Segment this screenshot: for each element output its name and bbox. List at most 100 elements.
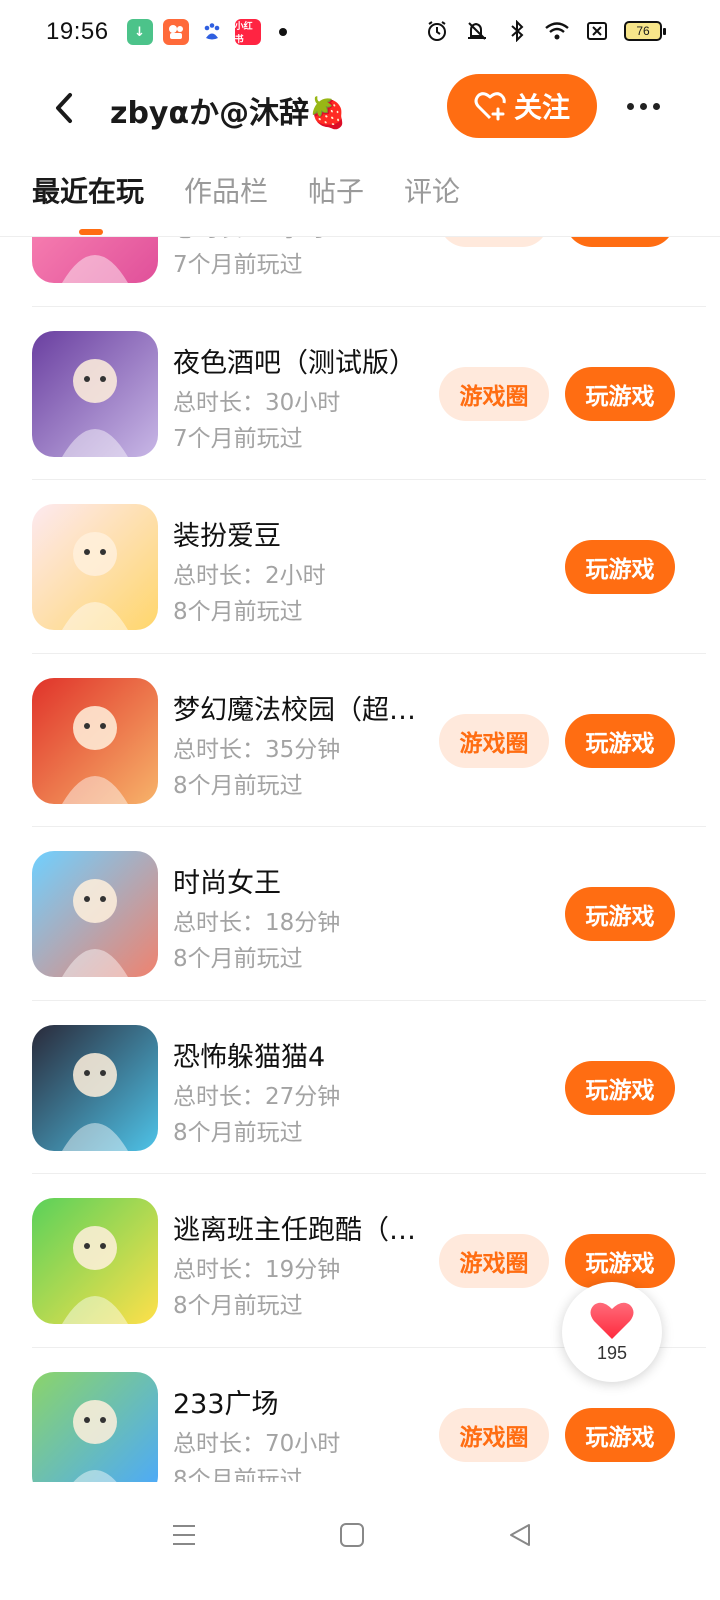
profile-username: zbyαか@沐辞🍓 (110, 96, 347, 131)
game-art-icon (62, 532, 128, 630)
heart-icon (590, 1302, 634, 1339)
game-title: 恐怖躲猫猫4 (173, 1041, 326, 1073)
game-circle-button[interactable]: 游戏圈 (439, 713, 549, 768)
more-dot-icon (626, 102, 634, 110)
game-art-icon (62, 255, 128, 283)
wifi-icon (544, 18, 570, 44)
game-row[interactable]: 总时长：5小时 7个月前玩过 游戏圈 玩游戏 (32, 237, 706, 307)
game-last-played: 8个月前玩过 (173, 1293, 303, 1319)
play-game-button[interactable]: 玩游戏 (565, 237, 675, 247)
game-title: 梦幻魔法校园（超… (173, 694, 416, 726)
back-triangle-icon (510, 1524, 530, 1546)
game-last-played: 7个月前玩过 (173, 252, 303, 278)
game-last-played: 8个月前玩过 (173, 1466, 303, 1483)
like-button[interactable]: 195 (562, 1282, 662, 1382)
game-art-icon (73, 1399, 117, 1482)
game-thumbnail[interactable] (32, 1024, 158, 1151)
back-button[interactable] (44, 88, 84, 128)
follow-button[interactable]: 关注 (447, 74, 597, 138)
game-total-playtime: 总时长：30小时 (173, 389, 341, 416)
game-last-played: 8个月前玩过 (173, 772, 303, 799)
game-title: 夜色酒吧（测试版） (173, 347, 416, 379)
game-total-playtime: 总时长：27分钟 (173, 1083, 341, 1110)
game-last-played: 8个月前玩过 (173, 1119, 303, 1146)
play-game-button[interactable]: 玩游戏 (565, 1234, 675, 1288)
game-total-playtime: 总时长：35分钟 (173, 736, 341, 763)
nav-back-button[interactable] (495, 1510, 545, 1560)
status-bar: 19:56 ↓ 小红书 76 (0, 0, 720, 64)
game-last-played: 8个月前玩过 (173, 599, 303, 625)
game-thumbnail[interactable] (32, 1198, 158, 1324)
game-thumbnail[interactable] (32, 330, 158, 457)
game-row[interactable]: 夜色酒吧（测试版） 总时长：30小时 7个月前玩过 游戏圈 玩游戏 (32, 307, 706, 480)
game-art-icon (62, 1052, 128, 1151)
game-title: 装扮爱豆 (173, 521, 281, 552)
active-tab-indicator (79, 229, 103, 235)
profile-tabs: 最近在玩 作品栏 帖子 评论 (0, 160, 720, 236)
game-art-icon (62, 879, 128, 977)
game-circle-button[interactable]: 游戏圈 (439, 1234, 549, 1288)
xiaohongshu-app-icon: 小红书 (234, 19, 261, 45)
notification-dot (278, 28, 287, 36)
heart-plus-icon (474, 92, 506, 121)
play-game-button[interactable]: 玩游戏 (565, 1060, 675, 1115)
game-circle-button[interactable]: 游戏圈 (439, 1407, 549, 1462)
mute-icon (464, 18, 490, 44)
game-row[interactable]: 装扮爱豆 总时长：2小时 8个月前玩过 玩游戏 (32, 480, 706, 654)
game-total-playtime: 总时长：19分钟 (173, 1257, 341, 1283)
battery-indicator: 76 (624, 21, 666, 41)
like-count: 195 (596, 1342, 628, 1363)
game-title: 时尚女王 (173, 868, 281, 899)
game-thumbnail[interactable] (32, 1371, 158, 1482)
follow-label: 关注 (513, 91, 570, 124)
status-app-icons: ↓ 小红书 (126, 19, 261, 45)
bluetooth-icon (504, 18, 530, 44)
game-total-playtime: 总时长：18分钟 (173, 910, 341, 936)
tab-works[interactable]: 作品栏 (184, 160, 268, 224)
profile-header: zbyαか@沐辞🍓 关注 (0, 70, 720, 146)
game-thumbnail[interactable] (32, 677, 158, 804)
play-game-button[interactable]: 玩游戏 (565, 540, 675, 594)
tab-posts[interactable]: 帖子 (308, 160, 364, 224)
alarm-icon (424, 18, 450, 44)
home-square-icon (340, 1523, 364, 1547)
tab-comments[interactable]: 评论 (404, 160, 460, 224)
game-title: 233广场 (173, 1388, 279, 1420)
game-thumbnail[interactable] (32, 851, 158, 977)
status-indicators: 76 (424, 18, 666, 44)
download-app-icon: ↓ (126, 19, 153, 45)
game-thumbnail[interactable] (32, 237, 158, 283)
tab-recently-played[interactable]: 最近在玩 (32, 160, 144, 224)
play-game-button[interactable]: 玩游戏 (565, 887, 675, 941)
game-last-played: 7个月前玩过 (173, 425, 303, 452)
baidu-app-icon (198, 19, 225, 45)
more-dot-icon (639, 102, 647, 110)
sim-off-icon (584, 18, 610, 44)
game-art-icon (62, 358, 128, 457)
system-nav-bar (0, 1482, 720, 1600)
game-title: 逃离班主任跑酷（… (173, 1215, 416, 1246)
play-game-button[interactable]: 玩游戏 (565, 713, 675, 768)
game-row[interactable]: 时尚女王 总时长：18分钟 8个月前玩过 玩游戏 (32, 827, 706, 1001)
game-total-playtime: 总时长：2小时 (173, 563, 326, 589)
game-art-icon (62, 1226, 128, 1324)
game-circle-button[interactable]: 游戏圈 (439, 366, 549, 421)
game-total-playtime: 总时长：70小时 (173, 1430, 341, 1457)
menu-icon (173, 1525, 195, 1545)
nav-home-button[interactable] (327, 1510, 377, 1560)
game-last-played: 8个月前玩过 (173, 946, 303, 972)
game-row[interactable]: 恐怖躲猫猫4 总时长：27分钟 8个月前玩过 玩游戏 (32, 1001, 706, 1174)
game-thumbnail[interactable] (32, 504, 158, 630)
kuaishou-app-icon (162, 19, 189, 45)
more-dot-icon (652, 102, 660, 110)
nav-menu-button[interactable] (159, 1510, 209, 1560)
game-art-icon (62, 705, 128, 804)
status-time: 19:56 (46, 18, 109, 45)
game-total-playtime: 总时长：5小时 (173, 237, 326, 243)
game-circle-button[interactable]: 游戏圈 (439, 237, 549, 247)
chevron-left-icon (56, 93, 72, 123)
more-options-button[interactable] (620, 86, 666, 126)
play-game-button[interactable]: 玩游戏 (565, 1407, 675, 1462)
play-game-button[interactable]: 玩游戏 (565, 366, 675, 421)
game-row[interactable]: 梦幻魔法校园（超… 总时长：35分钟 8个月前玩过 游戏圈 玩游戏 (32, 654, 706, 827)
